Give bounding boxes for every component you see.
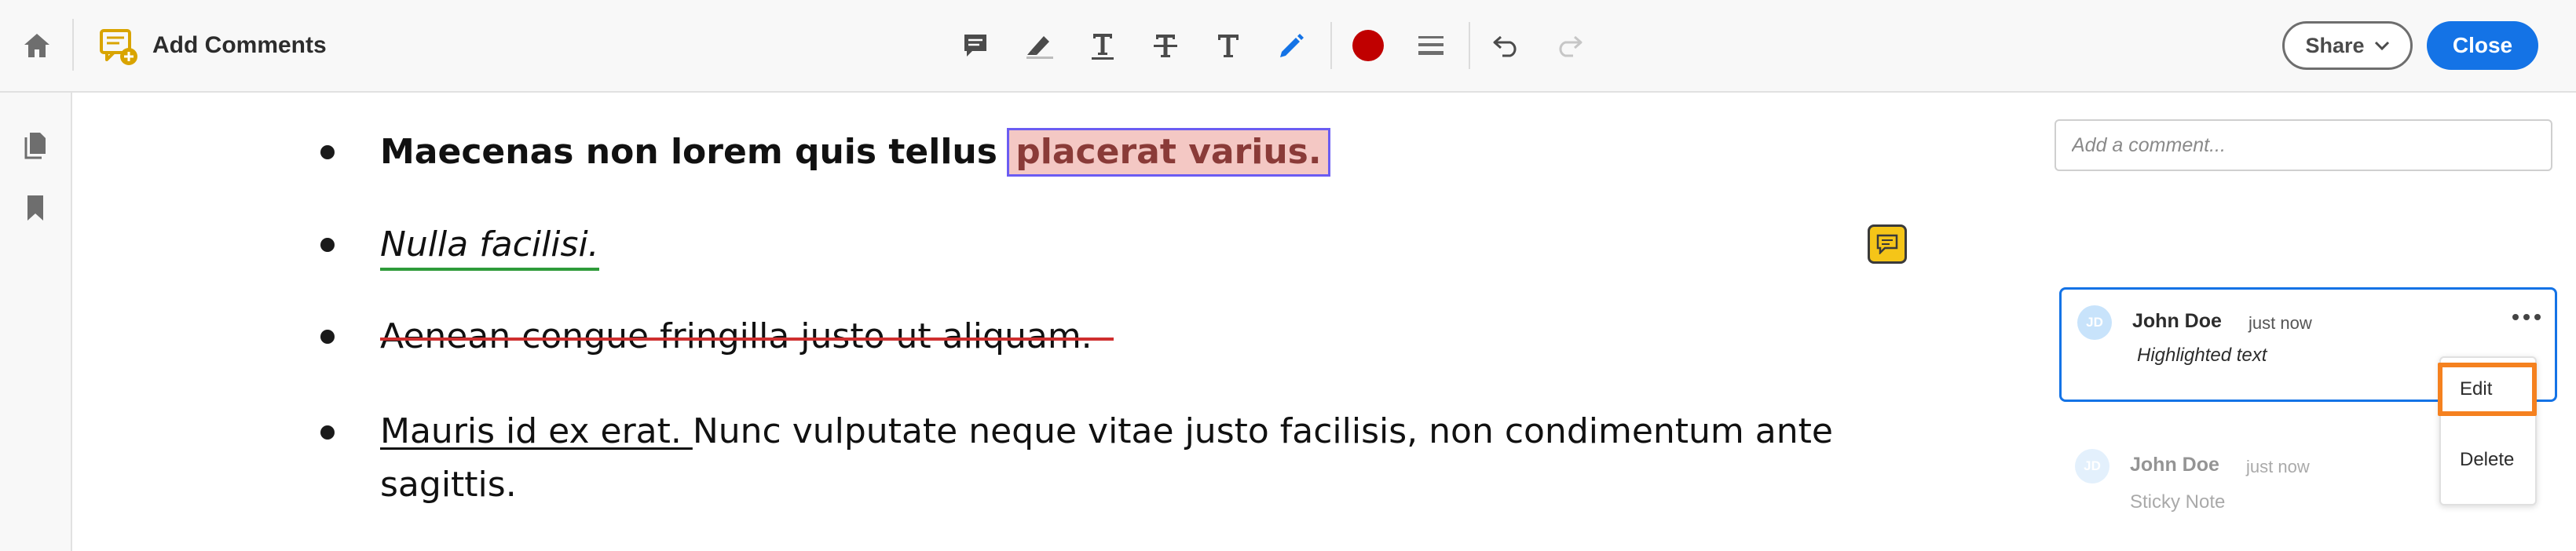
comment-body: Highlighted text	[2137, 345, 2267, 366]
toolbar-divider	[72, 19, 74, 71]
color-swatch-icon	[1352, 30, 1384, 61]
add-comment-icon	[99, 27, 140, 68]
more-dot	[2534, 314, 2541, 320]
bullet	[320, 330, 335, 344]
add-text-tool[interactable]	[1208, 25, 1249, 66]
sticky-note-icon	[1876, 234, 1898, 254]
redo-button[interactable]	[1549, 25, 1590, 66]
underline-t-icon	[1092, 34, 1114, 60]
home-icon	[24, 34, 49, 57]
top-toolbar: Add Comments Share Close	[0, 0, 2576, 93]
sticky-note-tool[interactable]	[955, 25, 996, 66]
sticky-note-icon	[964, 35, 986, 57]
comment-time: just now	[2249, 313, 2312, 333]
bullet	[320, 238, 335, 252]
strikethrough-text-annotation[interactable]: Aenean congue fringilla justo ut aliquam…	[380, 315, 1092, 359]
more-dot	[2512, 314, 2519, 320]
sticky-note-annotation[interactable]	[1868, 224, 1907, 264]
more-dot	[2523, 314, 2530, 320]
doc-text: Nunc vulputate neque vitae justo facilis…	[692, 411, 1833, 451]
comment-time: just now	[2246, 457, 2310, 476]
bookmark-icon	[27, 195, 43, 221]
redo-icon	[1559, 35, 1583, 57]
bullet	[320, 425, 335, 440]
document-canvas: Maecenas non lorem quis tellus placerat …	[74, 93, 2037, 551]
highlighter-icon	[1026, 36, 1053, 59]
close-button[interactable]: Close	[2427, 21, 2538, 70]
comment-author: John Doe	[2132, 310, 2222, 332]
left-rail	[0, 93, 72, 551]
draw-tool[interactable]	[1271, 25, 1312, 66]
add-comment-input[interactable]	[2055, 119, 2552, 171]
share-label: Share	[2305, 33, 2365, 57]
doc-line-2: Nulla facilisi.	[380, 223, 599, 271]
doc-line-1: Maecenas non lorem quis tellus placerat …	[380, 128, 1330, 177]
underlined-text: Mauris id ex erat.	[380, 411, 693, 451]
pages-icon	[24, 133, 46, 159]
text-t-icon	[1218, 35, 1239, 57]
delete-menu-item[interactable]: Delete	[2441, 436, 2535, 483]
comment-author: John Doe	[2130, 454, 2219, 476]
undo-button[interactable]	[1486, 25, 1527, 66]
underlined-text-annotation[interactable]: Nulla facilisi.	[380, 224, 599, 271]
bullet	[320, 145, 335, 159]
tool-title: Add Comments	[152, 32, 327, 58]
pencil-icon	[1280, 34, 1304, 57]
avatar: JD	[2075, 449, 2109, 483]
color-picker[interactable]	[1348, 25, 1389, 66]
toolbar-separator	[1330, 22, 1332, 69]
toolbar-separator	[1469, 22, 1470, 69]
bookmarks-panel-button[interactable]	[16, 188, 55, 228]
highlight-tool[interactable]	[1019, 25, 1060, 66]
highlighted-text-annotation[interactable]: placerat varius.	[1007, 128, 1330, 177]
strikethrough-line	[380, 338, 1114, 341]
home-button[interactable]	[17, 26, 57, 65]
more-options-button[interactable]	[2509, 305, 2544, 329]
pages-panel-button[interactable]	[16, 126, 55, 165]
share-button[interactable]: Share	[2282, 21, 2413, 70]
undo-icon	[1493, 35, 1517, 57]
doc-text: Maecenas non lorem quis tellus	[380, 132, 1010, 172]
strikethrough-t-icon	[1154, 35, 1177, 57]
edit-focus-ring	[2438, 363, 2537, 416]
avatar: JD	[2077, 305, 2112, 340]
doc-line-5: sagittis.	[380, 465, 517, 505]
stroke-thickness-tool[interactable]	[1411, 25, 1451, 66]
strikethrough-tool[interactable]	[1145, 25, 1186, 66]
line-weight-icon	[1418, 36, 1444, 55]
underline-text-tool[interactable]	[1082, 25, 1123, 66]
chevron-down-icon	[2374, 41, 2389, 51]
doc-line-4: Mauris id ex erat. Nunc vulputate neque …	[380, 410, 1833, 454]
comment-body: Sticky Note	[2130, 491, 2226, 513]
